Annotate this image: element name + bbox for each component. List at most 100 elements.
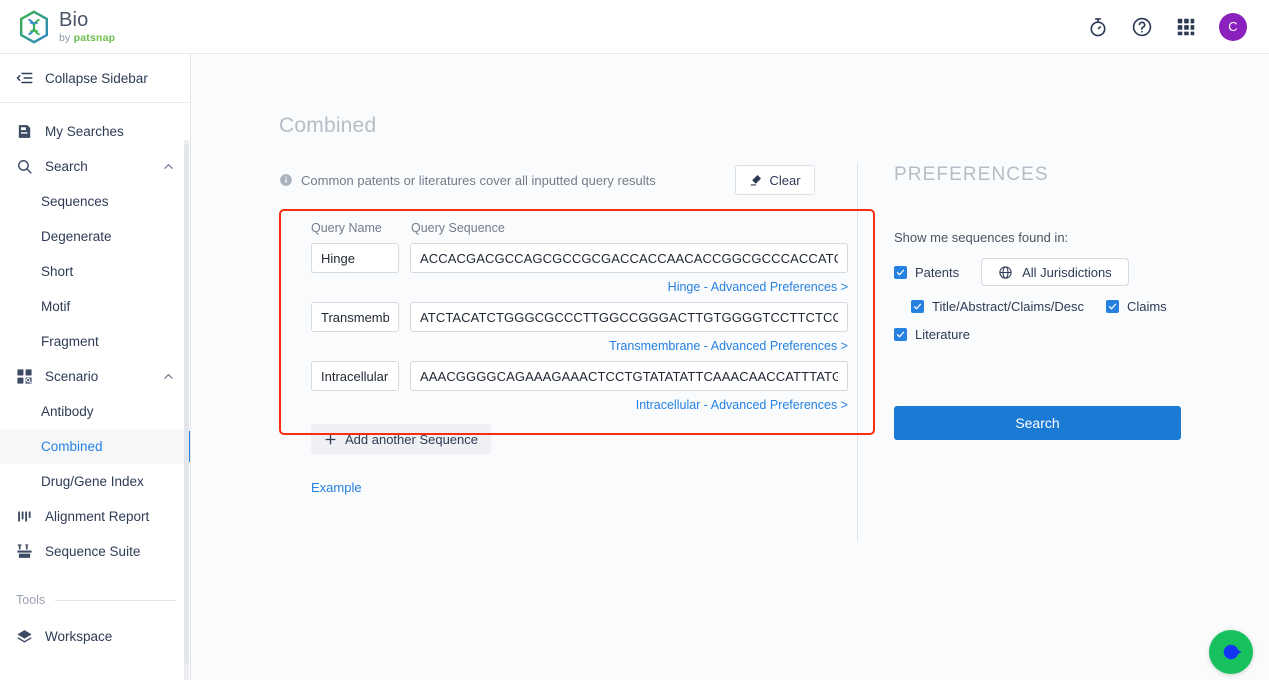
help-icon[interactable] <box>1131 16 1153 38</box>
patents-label: Patents <box>915 264 960 280</box>
preferences-panel: PREFERENCES Show me sequences found in: … <box>858 114 1181 542</box>
apps-grid-icon[interactable] <box>1175 16 1197 38</box>
jurisdictions-label: All Jurisdictions <box>1022 264 1112 280</box>
brand-text: Bio by patsnap <box>59 10 115 44</box>
sidebar-item-antibody[interactable]: Antibody <box>0 394 190 429</box>
chat-assistant-button[interactable] <box>1209 630 1253 674</box>
patents-row: Patents All Jurisdictions <box>894 258 1178 286</box>
add-sequence-button[interactable]: Add another Sequence <box>311 424 491 454</box>
alignment-bars-icon <box>18 511 31 522</box>
collapse-sidebar-label: Collapse Sidebar <box>45 70 148 86</box>
advanced-preferences-link[interactable]: Intracellular - Advanced Preferences > <box>311 398 848 412</box>
app-body: Collapse Sidebar My Searches Search Sequ… <box>0 54 1269 680</box>
eraser-icon <box>751 174 762 186</box>
example-link[interactable]: Example <box>311 480 857 495</box>
sidebar-section-label: Tools <box>16 593 46 607</box>
sidebar-item-label: Short <box>41 264 74 279</box>
plus-icon <box>325 434 336 444</box>
query-row <box>311 243 857 273</box>
claims-label: Claims <box>1126 299 1167 314</box>
patents-checkbox[interactable] <box>894 265 907 279</box>
add-sequence-label: Add another Sequence <box>345 431 478 447</box>
literature-label: Literature <box>915 327 970 342</box>
query-row <box>311 302 857 332</box>
sidebar-item-label: Degenerate <box>41 229 112 244</box>
sidebar-item-workspace[interactable]: Workspace <box>0 619 190 654</box>
sidebar-item-label: Alignment Report <box>45 509 150 524</box>
preferences-title: PREFERENCES <box>894 164 1049 185</box>
advanced-preferences-link[interactable]: Hinge - Advanced Preferences > <box>311 280 848 294</box>
sidebar-item-my-searches[interactable]: My Searches <box>0 114 190 149</box>
sidebar: Collapse Sidebar My Searches Search Sequ… <box>0 54 191 680</box>
literature-row: Literature <box>894 327 1178 342</box>
section-divider <box>55 599 176 601</box>
sidebar-item-fragment[interactable]: Fragment <box>0 324 190 359</box>
preferences-lead-text: Show me sequences found in: <box>894 230 1069 245</box>
query-name-input[interactable] <box>311 243 399 273</box>
search-icon <box>18 160 32 174</box>
sidebar-item-motif[interactable]: Motif <box>0 289 190 324</box>
claims-checkbox[interactable] <box>1105 300 1119 313</box>
scenario-grid-icon <box>17 369 32 384</box>
search-button[interactable]: Search <box>894 406 1181 440</box>
sidebar-item-label: Workspace <box>45 629 113 644</box>
sequence-suite-icon <box>17 544 32 558</box>
chevron-up-icon <box>164 373 173 379</box>
check-icon <box>896 269 905 275</box>
main-content: Combined Common patents or literatures c… <box>191 54 1269 680</box>
sidebar-item-short[interactable]: Short <box>0 254 190 289</box>
clear-button[interactable]: Clear <box>735 165 815 195</box>
title-abstract-claims-desc-checkbox[interactable] <box>911 300 924 313</box>
query-sequence-input[interactable] <box>410 361 848 391</box>
check-icon <box>896 331 905 338</box>
info-and-clear-row: Common patents or literatures cover all … <box>279 165 857 195</box>
check-icon <box>1108 303 1117 310</box>
jurisdictions-button[interactable]: All Jurisdictions <box>981 258 1129 286</box>
query-name-header: Query Name <box>311 221 382 235</box>
query-name-input[interactable] <box>311 361 399 391</box>
literature-checkbox[interactable] <box>894 328 907 341</box>
sidebar-item-label: Combined <box>41 439 103 454</box>
check-icon <box>913 303 922 310</box>
query-name-input[interactable] <box>311 302 399 332</box>
workspace-layers-icon <box>17 630 32 643</box>
app-root: Bio by patsnap C Collapse Sidebar My Sea… <box>0 0 1269 680</box>
sidebar-section-tools: Tools <box>0 581 190 619</box>
patents-subfields-row: Title/Abstract/Claims/Desc Claims <box>911 299 1178 314</box>
sidebar-item-drug-gene-index[interactable]: Drug/Gene Index <box>0 464 190 499</box>
clear-label: Clear <box>769 172 801 188</box>
stopwatch-icon[interactable] <box>1087 16 1109 38</box>
brand-logo-group[interactable]: Bio by patsnap <box>18 10 115 44</box>
sidebar-group-search[interactable]: Search <box>0 149 190 184</box>
sidebar-scrollbar-thumb[interactable] <box>184 144 189 664</box>
bio-hexagon-dna-logo-icon <box>20 9 48 44</box>
avatar[interactable]: C <box>1219 12 1247 41</box>
advanced-preferences-link[interactable]: Transmembrane - Advanced Preferences > <box>311 339 848 353</box>
info-icon <box>280 174 292 186</box>
saved-document-icon <box>18 125 31 138</box>
query-sequence-input[interactable] <box>410 302 848 332</box>
sidebar-item-label: Motif <box>41 299 71 314</box>
sidebar-item-label: Fragment <box>41 334 99 349</box>
app-header: Bio by patsnap C <box>0 0 1269 54</box>
sidebar-group-scenario[interactable]: Scenario <box>0 359 190 394</box>
brand-subtitle: by patsnap <box>59 31 116 44</box>
collapse-sidebar-button[interactable]: Collapse Sidebar <box>0 54 190 103</box>
brand-title: Bio <box>59 8 89 31</box>
sidebar-item-sequences[interactable]: Sequences <box>0 184 190 219</box>
header-actions: C <box>1087 12 1247 41</box>
sidebar-item-degenerate[interactable]: Degenerate <box>0 219 190 254</box>
content-columns: Combined Common patents or literatures c… <box>191 54 1269 542</box>
sidebar-item-combined[interactable]: Combined <box>0 429 190 464</box>
sidebar-item-label: Sequence Suite <box>45 544 141 559</box>
query-inputs-block: Query Name Query Sequence Hinge - Advanc… <box>279 209 875 435</box>
query-column: Combined Common patents or literatures c… <box>279 114 875 542</box>
query-sequence-input[interactable] <box>410 243 848 273</box>
sidebar-item-sequence-suite[interactable]: Sequence Suite <box>0 534 190 569</box>
info-text: Common patents or literatures cover all … <box>301 172 656 188</box>
query-column-headers: Query Name Query Sequence <box>311 221 857 235</box>
sidebar-item-alignment-report[interactable]: Alignment Report <box>0 499 190 534</box>
avatar-initial: C <box>1228 19 1238 34</box>
page-title: Combined <box>279 114 377 137</box>
sidebar-item-label: Antibody <box>41 404 94 419</box>
